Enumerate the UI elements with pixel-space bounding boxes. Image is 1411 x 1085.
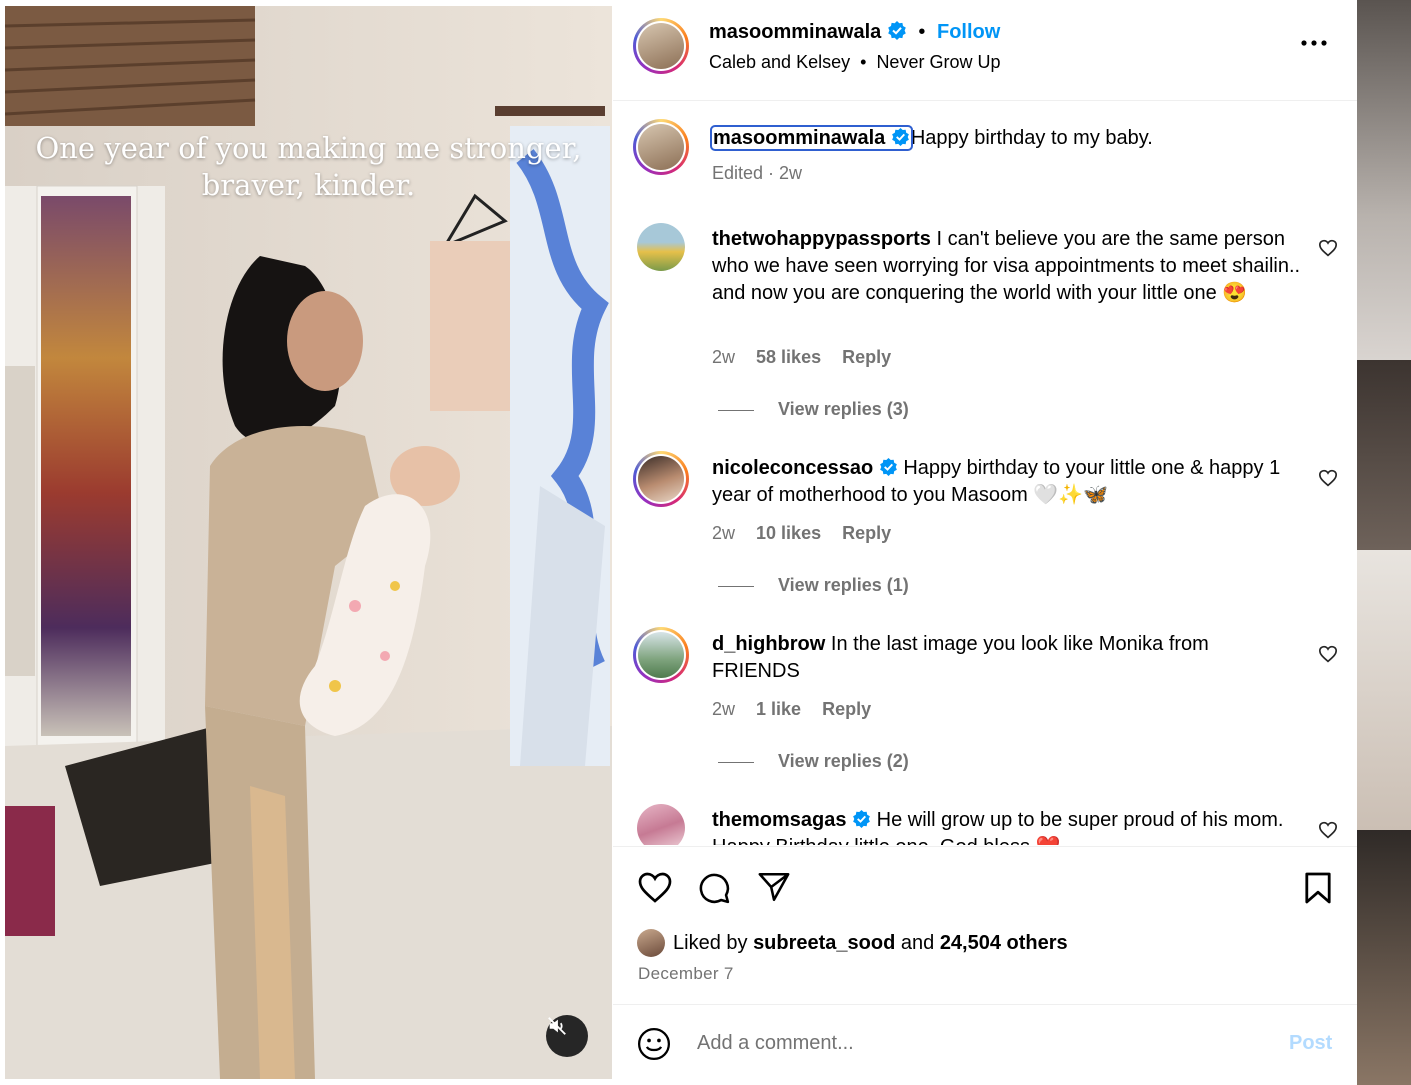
more-horizontal-icon [1301,40,1327,46]
header-separator: • [918,21,926,43]
verified-badge-icon [888,21,906,40]
heart-outline-icon [1318,645,1338,663]
liked-by-mid: and [895,931,940,954]
mute-toggle-button[interactable] [546,1015,588,1057]
comment-like-button[interactable] [1318,469,1338,492]
caption-username: masoomminawala [713,127,886,149]
save-button[interactable] [1304,871,1332,910]
comment-avatar[interactable] [637,223,685,271]
comment-input[interactable]: Add a comment... [697,1032,854,1055]
caption-meta: Edited · 2w [712,163,803,183]
comment-time: 2w [712,347,736,367]
likes-summary[interactable]: Liked by subreeta_sood and 24,504 others [637,929,1068,957]
liker-avatar [637,929,665,957]
post-comment-button[interactable]: Post [1289,1032,1332,1055]
heart-outline-icon [1318,239,1338,257]
more-options-button[interactable] [1301,34,1327,52]
heart-outline-icon [638,872,672,903]
video-overlay-caption: One year of you making me stronger, brav… [5,130,612,204]
author-avatar[interactable] [633,18,689,74]
verified-badge-icon [891,127,909,146]
view-replies-label: View replies (1) [778,575,909,595]
replies-divider-line [718,409,754,411]
view-replies-label: View replies (2) [778,751,909,771]
view-replies-label: View replies (3) [778,399,909,419]
background-page-strip [1357,0,1411,1085]
comment-reply-button[interactable]: Reply [822,699,871,719]
replies-divider-line [718,585,754,587]
comment-avatar[interactable] [637,804,685,845]
comment-likes[interactable]: 10 likes [756,523,821,543]
comment-username[interactable]: themomsagas [712,809,847,831]
liked-by-user[interactable]: subreeta_sood [753,932,895,955]
comment-like-button[interactable] [1318,821,1338,844]
audio-artist: Caleb and Kelsey [709,52,851,72]
post-date: December 7 [638,964,734,983]
bookmark-icon [1305,872,1331,904]
comment-item: nicoleconcessao Happy birthday to your l… [712,455,1302,509]
comment-time: 2w [712,699,736,719]
emoji-picker-button[interactable] [637,1027,671,1066]
post-caption: masoomminawala Happy birthday to my baby… [710,125,1302,152]
view-replies-button[interactable]: View replies (3) [718,399,909,420]
comment-item: thetwohappypassports I can't believe you… [712,226,1302,307]
post-details-panel: masoomminawala • Follow Caleb and Kelsey… [613,6,1357,1079]
comment-like-button[interactable] [1318,645,1338,668]
replies-divider-line [718,761,754,763]
comment-avatar[interactable] [633,627,689,683]
heart-outline-icon [1318,469,1338,487]
smiley-face-icon [637,1027,671,1061]
comment-item: themomsagas He will grow up to be super … [712,807,1302,845]
caption-username-link[interactable]: masoomminawala [710,125,913,151]
paper-plane-icon [758,872,790,902]
liked-by-count[interactable]: 24,504 others [940,932,1068,955]
header-username[interactable]: masoomminawala [709,21,881,43]
comment-username[interactable]: nicoleconcessao [712,457,873,479]
post-actions: Liked by subreeta_sood and 24,504 others… [613,846,1357,1005]
comment-meta: 2w 58 likes Reply [712,347,907,368]
verified-badge-icon [879,457,897,476]
view-replies-button[interactable]: View replies (2) [718,751,909,772]
post-header: masoomminawala • Follow Caleb and Kelsey… [613,6,1357,101]
view-replies-button[interactable]: View replies (1) [718,575,909,596]
comment-like-button[interactable] [1318,239,1338,262]
caption-author-avatar[interactable] [633,119,689,175]
add-comment-bar: Add a comment... Post [613,1004,1357,1080]
like-button[interactable] [637,871,673,909]
comment-time: 2w [712,523,736,543]
comment-username[interactable]: d_highbrow [712,633,825,655]
liked-by-prefix: Liked by [673,931,754,954]
speech-bubble-icon [699,873,730,904]
comment-username[interactable]: thetwohappypassports [712,228,931,250]
overlay-caption-line-1: One year of you making me stronger, [35,131,582,165]
share-button[interactable] [757,871,791,908]
comment-item: d_highbrow In the last image you look li… [712,631,1302,685]
caption-text: Happy birthday to my baby. [910,127,1153,149]
comment-button[interactable] [697,871,731,910]
verified-badge-icon [853,809,870,828]
comment-likes[interactable]: 1 like [756,699,801,719]
heart-outline-icon [1318,821,1338,839]
audio-separator: • [860,52,867,72]
post-video[interactable]: One year of you making me stronger, brav… [5,6,612,1079]
header-author-line: masoomminawala • Follow [709,20,1000,44]
comment-reply-button[interactable]: Reply [842,347,891,367]
comment-avatar[interactable] [633,451,689,507]
audio-attribution[interactable]: Caleb and Kelsey • Never Grow Up [709,52,1000,73]
follow-button[interactable]: Follow [937,21,1000,43]
comment-likes[interactable]: 58 likes [756,347,821,367]
comment-meta: 2w 1 like Reply [712,699,887,720]
comment-reply-button[interactable]: Reply [842,523,891,543]
comment-meta: 2w 10 likes Reply [712,523,907,544]
speaker-muted-icon [548,1017,566,1035]
comments-list[interactable]: masoomminawala Happy birthday to my baby… [613,101,1357,845]
overlay-caption-line-2: braver, kinder. [201,168,416,202]
audio-title: Never Grow Up [876,52,1001,72]
